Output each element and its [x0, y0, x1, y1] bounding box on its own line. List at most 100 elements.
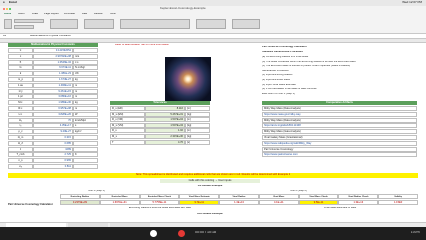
tab-data[interactable]: Data [82, 13, 87, 16]
formula-input[interactable]: Mathematical & Physical Constants [30, 35, 71, 38]
constant-value[interactable]: 3.141592654 [33, 48, 73, 53]
test2-label: Test 2 (Step 2) [290, 190, 307, 192]
procedure-step: Generalized Procedure [262, 69, 289, 72]
tolerance-unit: [kg] [185, 134, 210, 139]
procedure-step: (c) The Encircled Mass is utilized to pr… [262, 65, 351, 68]
name-box[interactable]: A1 [3, 35, 6, 38]
constant-unit [73, 140, 98, 146]
constant-value[interactable]: 0.965 [33, 158, 73, 164]
procedure-step: Else return to Test 1 (Step 1) [262, 92, 295, 95]
constant-value[interactable]: 0.685 [33, 140, 73, 146]
tolerance-value[interactable]: 1.02 [145, 128, 185, 134]
example1-headers: Encircling Radius Encircled Mass Encircled… [60, 194, 418, 199]
constant-value[interactable]: 3.828E+26 [33, 111, 73, 117]
comparison-label: Milky Way Mass (Gaia Analysis) [262, 129, 417, 135]
tab-insert[interactable]: Insert [18, 13, 25, 16]
constant-value[interactable]: 1.381E-23 [33, 71, 73, 77]
spreadsheet-grid[interactable]: Mathematical & Physical Constants π 3.141… [0, 43, 426, 222]
tolerance-value[interactable]: 5.467E+31 [145, 111, 185, 117]
constant-value[interactable]: 4.35E+17 [33, 123, 73, 129]
constant-symbol: T_cmb [8, 152, 33, 158]
tab-page-layout[interactable]: Page Layout [44, 13, 59, 16]
constant-value[interactable]: 1.989E+30 [33, 100, 73, 106]
constant-value[interactable]: 9.461E+15 [33, 88, 73, 94]
tolerance-value[interactable]: 8.116 [145, 106, 185, 111]
constant-symbol: Ω_Λ [8, 140, 33, 146]
app-name[interactable]: Excel [9, 1, 17, 4]
tab-view[interactable]: View [110, 13, 116, 16]
example1-value[interactable]: 1.4E+13 [219, 200, 259, 205]
constant-value[interactable]: 6.957E+08 [33, 106, 73, 111]
editing-group[interactable] [232, 19, 260, 29]
tolerance-key: R_s (VM) [110, 117, 145, 123]
constant-unit: m [73, 82, 98, 88]
constant-value[interactable]: 3.086E+16 [33, 94, 73, 100]
tolerance-value[interactable]: 1.507E+04 [145, 117, 185, 123]
example1-value[interactable]: 3.2379E+09 [60, 200, 100, 205]
styles-group[interactable] [120, 19, 190, 29]
font-selector[interactable] [14, 19, 44, 23]
tab-review[interactable]: Review [94, 13, 103, 16]
reference-link[interactable]: https://www.nasa.gov/milky-way [262, 111, 417, 117]
bold-italic-group[interactable] [14, 25, 34, 29]
record-icon[interactable] [178, 230, 185, 237]
example1-value[interactable]: 5.7756E+11 [139, 200, 180, 205]
example1-value[interactable]: 1.15E0 [378, 200, 418, 205]
constant-unit [73, 164, 98, 169]
constant-value[interactable]: 70 [33, 117, 73, 123]
constant-unit: kg [73, 77, 98, 82]
example1-value[interactable]: 9.5E+11 [298, 200, 339, 205]
constant-value[interactable]: 2.99792E+08 [33, 53, 73, 59]
video-status-bar: 00:00 / 10:18 100% [0, 227, 426, 240]
tolerance-value[interactable]: 2.315E+30 [145, 134, 185, 139]
close-icon[interactable] [3, 8, 5, 10]
example1-value[interactable]: 1.3E+13 [338, 200, 379, 205]
tolerance-value[interactable]: 4.76 [145, 139, 185, 145]
constant-unit [73, 158, 98, 164]
constant-value[interactable]: 0.315 [33, 135, 73, 140]
tolerances-title: Tolerances [110, 101, 210, 105]
play-icon[interactable] [150, 230, 157, 237]
constant-value[interactable]: 2.725 [33, 152, 73, 158]
constants-title: Mathematical & Physical Constants [8, 43, 98, 47]
constant-symbol: M☉ [8, 100, 33, 106]
reference-link[interactable]: https://www.wikipedia.org/wiki/Milky_Way [262, 140, 417, 146]
tolerance-unit: [kg] [185, 122, 210, 128]
cells-group[interactable] [196, 19, 226, 29]
galaxy-image [165, 57, 211, 101]
example1-value[interactable]: 9.7E+11 [179, 200, 220, 205]
constant-value[interactable]: 1.0546E-34 [33, 59, 73, 65]
constant-value[interactable]: 6.674E-11 [33, 65, 73, 71]
apple-icon[interactable]: ● [3, 1, 5, 4]
constant-value[interactable]: 1089 [33, 146, 73, 152]
constant-value[interactable]: 1.496E+11 [33, 82, 73, 88]
procedure-step: (2) Input Encircled Mass [262, 79, 290, 81]
constant-value[interactable]: 0.811 [33, 164, 73, 169]
example1-value[interactable]: 1.6971E+31 [99, 200, 140, 205]
constant-symbol: L☉ [8, 111, 33, 117]
maximize-icon[interactable] [9, 8, 11, 10]
example1-header: Vinal Radius Check [338, 194, 379, 199]
example1-value[interactable]: 4.1E+11 [258, 200, 299, 205]
reference-link[interactable]: https://www.pairuniverse.com [262, 152, 417, 158]
tolerance-value[interactable]: 1.507E+34 [145, 122, 185, 128]
example1-header: Vinal Mass Estimate [179, 194, 220, 199]
constant-symbol: z [8, 146, 33, 152]
tolerance-key: T [110, 139, 145, 145]
reference-link[interactable]: https://arxiv.org/abs/1804.11348 [262, 123, 417, 129]
constant-value[interactable]: 9.20E-27 [33, 129, 73, 135]
constant-value[interactable]: 1.673E-27 [33, 77, 73, 82]
tolerance-key: R_s (ER) [110, 106, 145, 111]
tab-home[interactable]: Home [4, 13, 11, 16]
alignment-group[interactable] [50, 19, 78, 29]
constant-symbol: ρ_c [8, 129, 33, 135]
minimize-icon[interactable] [6, 8, 8, 10]
number-format-group[interactable] [84, 19, 114, 29]
tab-formulas[interactable]: Formulas [64, 13, 75, 16]
constant-unit: N·m²/kg² [73, 65, 98, 71]
example2-title: 2nd Default Example [197, 213, 223, 215]
constant-unit: km/s/Mpc [73, 117, 98, 123]
tab-draw[interactable]: Draw [32, 13, 38, 16]
window-title: Kepler-Excel-Cosmology-Example [160, 7, 206, 10]
paste-icon[interactable] [4, 19, 12, 29]
